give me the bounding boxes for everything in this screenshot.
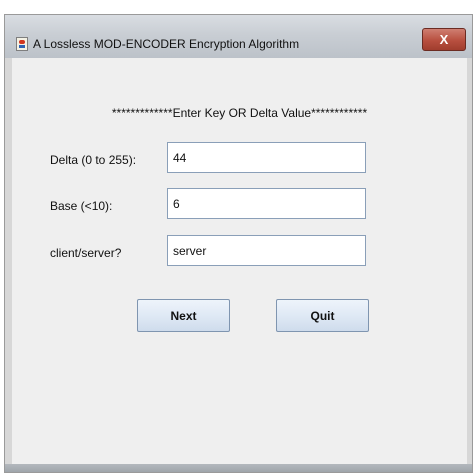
client-server-input[interactable]: [167, 235, 366, 266]
window-bottom-border: [5, 464, 472, 472]
next-button[interactable]: Next: [137, 299, 230, 332]
close-button[interactable]: X: [422, 28, 466, 51]
delta-label: Delta (0 to 255):: [50, 153, 137, 167]
app-window: A Lossless MOD-ENCODER Encryption Algori…: [4, 14, 473, 473]
form-panel: *************Enter Key OR Delta Value***…: [12, 58, 467, 464]
form-heading: *************Enter Key OR Delta Value***…: [111, 106, 368, 120]
base-input[interactable]: [167, 188, 366, 219]
title-bar[interactable]: A Lossless MOD-ENCODER Encryption Algori…: [5, 15, 472, 58]
quit-button[interactable]: Quit: [276, 299, 369, 332]
window-title: A Lossless MOD-ENCODER Encryption Algori…: [33, 37, 300, 51]
java-app-icon: [16, 37, 28, 51]
delta-input[interactable]: [167, 142, 366, 173]
client-server-label: client/server?: [50, 246, 122, 260]
base-label: Base (<10):: [50, 199, 113, 213]
